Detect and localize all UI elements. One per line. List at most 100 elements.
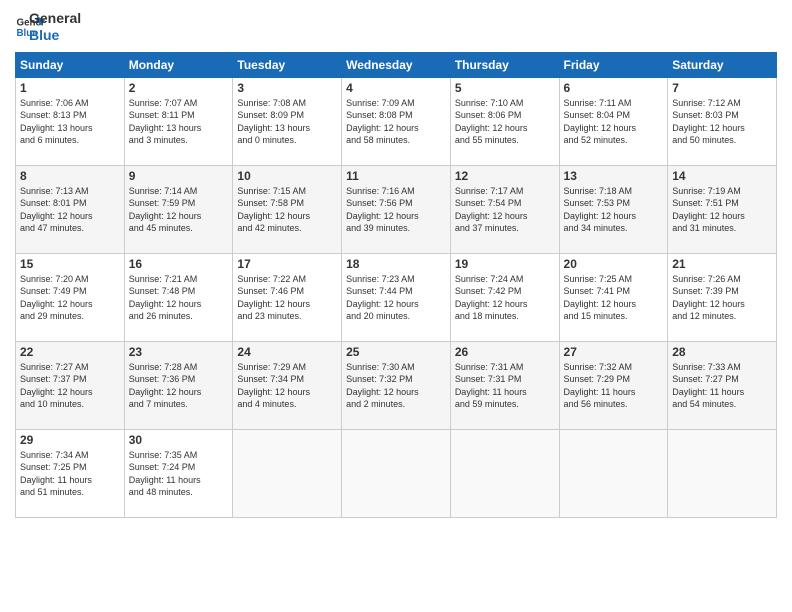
week-row-5: 29Sunrise: 7:34 AM Sunset: 7:25 PM Dayli… (16, 429, 777, 517)
calendar-body: 1 Sunrise: 7:06 AM Sunset: 8:13 PM Daylig… (16, 77, 777, 517)
day-cell: 20 Sunrise: 7:25 AM Sunset: 7:41 PM Dayli… (559, 253, 668, 341)
day-number: 18 (346, 257, 446, 271)
day-number: 27 (564, 345, 664, 359)
day-info: Sunrise: 7:09 AM Sunset: 8:08 PM Dayligh… (346, 97, 446, 147)
day-cell: 28Sunrise: 7:33 AM Sunset: 7:27 PM Dayli… (668, 341, 777, 429)
day-number: 10 (237, 169, 337, 183)
day-cell: 26Sunrise: 7:31 AM Sunset: 7:31 PM Dayli… (450, 341, 559, 429)
day-cell: 1 Sunrise: 7:06 AM Sunset: 8:13 PM Daylig… (16, 77, 125, 165)
day-info: Sunrise: 7:32 AM Sunset: 7:29 PM Dayligh… (564, 361, 664, 411)
day-info: Sunrise: 7:15 AM Sunset: 7:58 PM Dayligh… (237, 185, 337, 235)
day-number: 5 (455, 81, 555, 95)
day-info: Sunrise: 7:27 AM Sunset: 7:37 PM Dayligh… (20, 361, 120, 411)
day-cell: 7Sunrise: 7:12 AM Sunset: 8:03 PM Daylig… (668, 77, 777, 165)
day-cell (668, 429, 777, 517)
day-cell: 9 Sunrise: 7:14 AM Sunset: 7:59 PM Daylig… (124, 165, 233, 253)
day-info: Sunrise: 7:30 AM Sunset: 7:32 PM Dayligh… (346, 361, 446, 411)
day-number: 15 (20, 257, 120, 271)
day-info: Sunrise: 7:10 AM Sunset: 8:06 PM Dayligh… (455, 97, 555, 147)
weekday-header-monday: Monday (124, 52, 233, 77)
day-info: Sunrise: 7:06 AM Sunset: 8:13 PM Dayligh… (20, 97, 120, 147)
day-cell: 17Sunrise: 7:22 AM Sunset: 7:46 PM Dayli… (233, 253, 342, 341)
day-cell: 14 Sunrise: 7:19 AM Sunset: 7:51 PM Dayli… (668, 165, 777, 253)
day-cell: 5 Sunrise: 7:10 AM Sunset: 8:06 PM Daylig… (450, 77, 559, 165)
day-cell: 3Sunrise: 7:08 AM Sunset: 8:09 PM Daylig… (233, 77, 342, 165)
day-cell: 10 Sunrise: 7:15 AM Sunset: 7:58 PM Dayli… (233, 165, 342, 253)
day-cell: 13 Sunrise: 7:18 AM Sunset: 7:53 PM Dayli… (559, 165, 668, 253)
day-cell: 30 Sunrise: 7:35 AM Sunset: 7:24 PM Dayli… (124, 429, 233, 517)
day-info: Sunrise: 7:13 AM Sunset: 8:01 PM Dayligh… (20, 185, 120, 235)
week-row-2: 8 Sunrise: 7:13 AM Sunset: 8:01 PM Daylig… (16, 165, 777, 253)
day-cell: 12 Sunrise: 7:17 AM Sunset: 7:54 PM Dayli… (450, 165, 559, 253)
day-cell: 2 Sunrise: 7:07 AM Sunset: 8:11 PM Daylig… (124, 77, 233, 165)
day-info: Sunrise: 7:25 AM Sunset: 7:41 PM Dayligh… (564, 273, 664, 323)
weekday-header-tuesday: Tuesday (233, 52, 342, 77)
day-info: Sunrise: 7:24 AM Sunset: 7:42 PM Dayligh… (455, 273, 555, 323)
day-cell: 25 Sunrise: 7:30 AM Sunset: 7:32 PM Dayli… (342, 341, 451, 429)
day-info: Sunrise: 7:23 AM Sunset: 7:44 PM Dayligh… (346, 273, 446, 323)
day-info: Sunrise: 7:16 AM Sunset: 7:56 PM Dayligh… (346, 185, 446, 235)
day-cell (233, 429, 342, 517)
day-cell: 24Sunrise: 7:29 AM Sunset: 7:34 PM Dayli… (233, 341, 342, 429)
day-number: 20 (564, 257, 664, 271)
day-number: 28 (672, 345, 772, 359)
day-number: 7 (672, 81, 772, 95)
day-info: Sunrise: 7:07 AM Sunset: 8:11 PM Dayligh… (129, 97, 229, 147)
day-number: 1 (20, 81, 120, 95)
day-info: Sunrise: 7:17 AM Sunset: 7:54 PM Dayligh… (455, 185, 555, 235)
weekday-header-sunday: Sunday (16, 52, 125, 77)
day-number: 16 (129, 257, 229, 271)
day-number: 26 (455, 345, 555, 359)
day-number: 21 (672, 257, 772, 271)
day-number: 8 (20, 169, 120, 183)
day-cell: 4 Sunrise: 7:09 AM Sunset: 8:08 PM Daylig… (342, 77, 451, 165)
day-number: 30 (129, 433, 229, 447)
day-number: 3 (237, 81, 337, 95)
day-info: Sunrise: 7:20 AM Sunset: 7:49 PM Dayligh… (20, 273, 120, 323)
day-number: 23 (129, 345, 229, 359)
day-number: 11 (346, 169, 446, 183)
day-info: Sunrise: 7:29 AM Sunset: 7:34 PM Dayligh… (237, 361, 337, 411)
calendar-table: SundayMondayTuesdayWednesdayThursdayFrid… (15, 52, 777, 518)
weekday-header-saturday: Saturday (668, 52, 777, 77)
logo: General Blue General Blue (15, 10, 81, 44)
day-cell (450, 429, 559, 517)
week-row-4: 22Sunrise: 7:27 AM Sunset: 7:37 PM Dayli… (16, 341, 777, 429)
day-info: Sunrise: 7:22 AM Sunset: 7:46 PM Dayligh… (237, 273, 337, 323)
header: General Blue General Blue (15, 10, 777, 44)
day-cell: 29Sunrise: 7:34 AM Sunset: 7:25 PM Dayli… (16, 429, 125, 517)
day-cell: 23 Sunrise: 7:28 AM Sunset: 7:36 PM Dayli… (124, 341, 233, 429)
weekday-header-thursday: Thursday (450, 52, 559, 77)
day-info: Sunrise: 7:26 AM Sunset: 7:39 PM Dayligh… (672, 273, 772, 323)
day-info: Sunrise: 7:19 AM Sunset: 7:51 PM Dayligh… (672, 185, 772, 235)
day-number: 19 (455, 257, 555, 271)
calendar-page: General Blue General Blue SundayMondayTu… (0, 0, 792, 612)
day-info: Sunrise: 7:21 AM Sunset: 7:48 PM Dayligh… (129, 273, 229, 323)
day-number: 14 (672, 169, 772, 183)
day-number: 12 (455, 169, 555, 183)
day-number: 13 (564, 169, 664, 183)
day-cell: 27 Sunrise: 7:32 AM Sunset: 7:29 PM Dayli… (559, 341, 668, 429)
day-cell: 6Sunrise: 7:11 AM Sunset: 8:04 PM Daylig… (559, 77, 668, 165)
day-cell (342, 429, 451, 517)
day-cell: 21 Sunrise: 7:26 AM Sunset: 7:39 PM Dayli… (668, 253, 777, 341)
day-info: Sunrise: 7:18 AM Sunset: 7:53 PM Dayligh… (564, 185, 664, 235)
day-cell (559, 429, 668, 517)
day-cell: 15 Sunrise: 7:20 AM Sunset: 7:49 PM Dayli… (16, 253, 125, 341)
day-info: Sunrise: 7:28 AM Sunset: 7:36 PM Dayligh… (129, 361, 229, 411)
day-cell: 18 Sunrise: 7:23 AM Sunset: 7:44 PM Dayli… (342, 253, 451, 341)
day-cell: 8 Sunrise: 7:13 AM Sunset: 8:01 PM Daylig… (16, 165, 125, 253)
week-row-3: 15 Sunrise: 7:20 AM Sunset: 7:49 PM Dayli… (16, 253, 777, 341)
day-number: 2 (129, 81, 229, 95)
day-info: Sunrise: 7:11 AM Sunset: 8:04 PM Dayligh… (564, 97, 664, 147)
day-info: Sunrise: 7:35 AM Sunset: 7:24 PM Dayligh… (129, 449, 229, 499)
day-number: 25 (346, 345, 446, 359)
week-row-1: 1 Sunrise: 7:06 AM Sunset: 8:13 PM Daylig… (16, 77, 777, 165)
weekday-header-wednesday: Wednesday (342, 52, 451, 77)
calendar-header: SundayMondayTuesdayWednesdayThursdayFrid… (16, 52, 777, 77)
weekday-header-friday: Friday (559, 52, 668, 77)
day-number: 9 (129, 169, 229, 183)
day-number: 4 (346, 81, 446, 95)
day-info: Sunrise: 7:14 AM Sunset: 7:59 PM Dayligh… (129, 185, 229, 235)
day-number: 29 (20, 433, 120, 447)
